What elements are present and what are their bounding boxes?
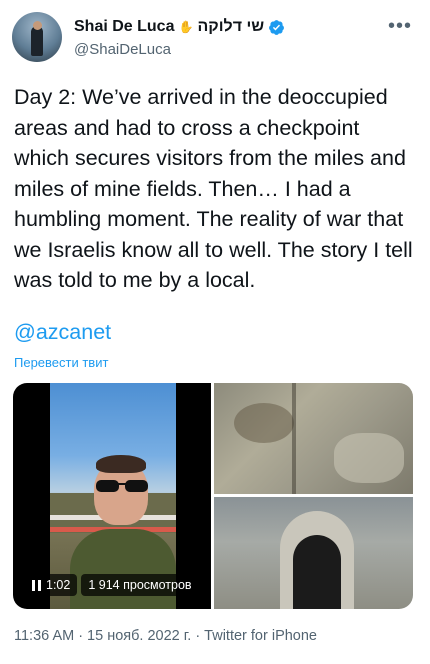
video-man-body bbox=[70, 529, 176, 609]
footer-separator: · bbox=[78, 628, 84, 644]
dark-doorway bbox=[293, 535, 341, 609]
weathered-wall-photo[interactable] bbox=[214, 383, 413, 494]
tweet-time[interactable]: 11:36 AM bbox=[14, 628, 74, 644]
tweet-text: Day 2: We’ve arrived in the deoccupied a… bbox=[14, 85, 413, 292]
wall-stain-light bbox=[334, 433, 404, 483]
more-horizontal-icon[interactable]: ••• bbox=[388, 16, 412, 36]
avatar-head bbox=[33, 21, 42, 30]
footer-separator-2: · bbox=[195, 628, 201, 644]
video-man-hair bbox=[96, 455, 146, 473]
pause-icon[interactable] bbox=[32, 579, 41, 591]
video-player[interactable]: 1:02 1 914 просмотров bbox=[13, 383, 211, 609]
video-views: 1 914 просмотров bbox=[88, 578, 192, 592]
mention-link[interactable]: @azcanet bbox=[14, 320, 111, 345]
tweet-header: Shai De Luca ✋ שי דלוקה @ShaiDeLuca ••• bbox=[12, 12, 418, 64]
hebrew-name[interactable]: שי דלוקה bbox=[197, 18, 264, 36]
verified-badge-icon bbox=[269, 19, 285, 35]
stone-doorway-photo[interactable] bbox=[214, 497, 413, 609]
video-views-pill: 1 914 просмотров bbox=[81, 574, 199, 596]
media-grid: 1:02 1 914 просмотров bbox=[13, 383, 413, 609]
wall-stain bbox=[234, 403, 294, 443]
video-overlay: 1:02 1 914 просмотров bbox=[25, 573, 199, 597]
avatar[interactable] bbox=[12, 12, 62, 62]
name-row[interactable]: Shai De Luca ✋ שי דלוקה bbox=[74, 18, 285, 36]
sunglasses-icon bbox=[96, 480, 148, 492]
wall-crack bbox=[292, 383, 296, 494]
video-duration: 1:02 bbox=[46, 578, 71, 592]
video-duration-pill[interactable]: 1:02 bbox=[25, 574, 78, 596]
tweet-date[interactable]: 15 нояб. 2022 г. bbox=[87, 628, 191, 644]
avatar-figure bbox=[31, 26, 43, 56]
display-name[interactable]: Shai De Luca bbox=[74, 18, 174, 36]
user-handle[interactable]: @ShaiDeLuca bbox=[74, 41, 171, 58]
hamsa-icon: ✋ bbox=[178, 20, 194, 34]
tweet-source[interactable]: Twitter for iPhone bbox=[204, 628, 317, 644]
translate-link[interactable]: Перевести твит bbox=[14, 355, 108, 370]
tweet-footer: 11:36 AM · 15 нояб. 2022 г. · Twitter fo… bbox=[14, 628, 317, 644]
